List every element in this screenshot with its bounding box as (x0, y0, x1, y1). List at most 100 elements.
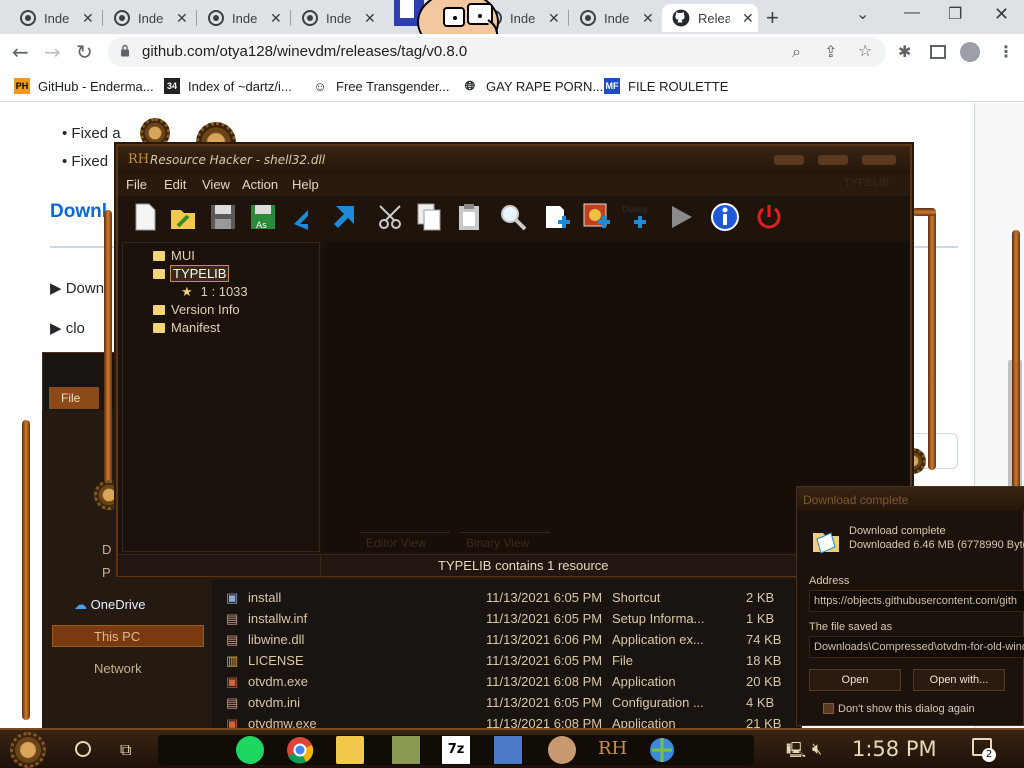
task-view-icon[interactable]: ⧉ (120, 740, 131, 760)
explorer-file-menu[interactable]: File (49, 387, 99, 409)
network-globe-icon[interactable] (648, 736, 676, 764)
taskbar-clock[interactable]: 1:58 PM (852, 737, 937, 761)
menu-action[interactable]: Action (242, 177, 278, 192)
menu-view[interactable]: View (202, 177, 230, 192)
save-icon[interactable] (208, 202, 238, 232)
tab-editor-view[interactable]: Editor View (360, 532, 450, 552)
share-icon[interactable]: ⇪ (824, 42, 837, 61)
menu-help[interactable]: Help (292, 177, 319, 192)
new-file-icon[interactable] (130, 202, 160, 232)
new-tab-button[interactable]: + (766, 5, 779, 31)
minimize-button[interactable] (774, 155, 804, 165)
tree-item-mui[interactable]: MUI (153, 248, 195, 263)
close-tab-icon[interactable]: ✕ (176, 10, 188, 27)
tab[interactable]: Inde ✕ (10, 4, 94, 32)
bookmark-item[interactable]: ☺ Free Transgender... (312, 78, 449, 94)
close-tab-icon[interactable]: ✕ (742, 10, 754, 27)
profile-avatar[interactable] (960, 42, 980, 62)
tab[interactable]: Inde ✕ (570, 4, 654, 32)
info-icon[interactable] (710, 202, 740, 232)
bookmark-star-icon[interactable]: ☆ (858, 41, 872, 60)
saved-path-field[interactable]: Downloads\Compressed\otvdm-for-old-wind (809, 636, 1024, 658)
open-with-button[interactable]: Open with... (913, 669, 1005, 691)
add-image-icon[interactable] (582, 202, 612, 232)
tab-search-icon[interactable]: ⌄ (856, 4, 869, 24)
copy-icon[interactable] (414, 202, 444, 232)
downloads-heading[interactable]: Downl (50, 201, 107, 223)
spotify-icon[interactable] (236, 736, 264, 764)
tree-item-typelib[interactable]: TYPELIB (153, 265, 230, 282)
menu-kebab-icon[interactable]: ⋮ (998, 42, 1014, 61)
table-row[interactable]: ▤ otvdm.ini 11/13/2021 6:05 PM Configuratio… (226, 692, 806, 713)
app-icon[interactable] (548, 736, 576, 764)
maximize-button[interactable] (818, 155, 848, 165)
forward-button[interactable]: → (44, 40, 61, 64)
address-field[interactable]: https://objects.githubusercontent.com/gi… (809, 590, 1024, 612)
close-tab-icon[interactable]: ✕ (548, 10, 560, 27)
chrome-icon[interactable] (286, 736, 314, 764)
tree-item-resource[interactable]: ★ 1 : 1033 (181, 284, 248, 300)
add-dialog-icon[interactable]: Dialog (620, 202, 650, 232)
nav-item-onedrive[interactable]: ☁ OneDrive (74, 597, 146, 613)
start-button-gear-icon[interactable] (10, 732, 46, 768)
table-row[interactable]: ▤ installw.inf 11/13/2021 6:05 PM Setup Inf… (226, 608, 806, 629)
menu-file[interactable]: File (126, 177, 147, 192)
tab[interactable]: Inde ✕ (104, 4, 188, 32)
bookmark-item[interactable]: PH GitHub - Enderma... (14, 78, 154, 94)
arrow-forward-icon[interactable] (332, 202, 362, 232)
bookmark-item[interactable]: 34 Index of ~dartz/i... (164, 78, 292, 94)
add-resource-icon[interactable] (542, 202, 572, 232)
disclosure-item[interactable]: ▶ Down (50, 279, 104, 297)
table-row[interactable]: ▥ LICENSE 11/13/2021 6:05 PM File 18 KB (226, 650, 806, 671)
paste-icon[interactable] (454, 202, 484, 232)
remote-desktop-icon[interactable] (494, 736, 522, 764)
reload-button[interactable]: ↻ (76, 40, 93, 64)
search-icon[interactable]: ⌕ (792, 42, 801, 62)
close-button[interactable] (862, 155, 896, 165)
side-panel-icon[interactable] (930, 45, 946, 59)
power-exit-icon[interactable] (754, 202, 784, 232)
tab[interactable]: Inde ✕ (292, 4, 376, 32)
resource-hacker-taskbar-icon[interactable]: RH (598, 736, 627, 764)
volume-muted-icon[interactable]: 🔇︎ (812, 739, 822, 759)
search-circle-icon[interactable] (75, 741, 91, 757)
cut-icon[interactable] (376, 202, 406, 232)
disclosure-item[interactable]: ▶ clo (50, 319, 85, 337)
table-row[interactable]: ▣ otvdm.exe 11/13/2021 6:08 PM Application 2… (226, 671, 806, 692)
network-tray-icon[interactable]: 🖳︎ (786, 740, 806, 765)
minimize-button[interactable]: — (904, 4, 920, 22)
tab-binary-view[interactable]: Binary View (460, 532, 550, 552)
menu-edit[interactable]: Edit (164, 177, 186, 192)
search-icon[interactable] (498, 202, 528, 232)
tab-active[interactable]: Relea ✕ (662, 4, 758, 32)
close-tab-icon[interactable]: ✕ (642, 10, 654, 27)
save-as-icon[interactable]: As (248, 202, 278, 232)
tree-item-version[interactable]: Version Info (153, 302, 240, 317)
extensions-icon[interactable]: ✱ (898, 42, 911, 61)
bookmark-item[interactable]: MF FILE ROULETTE (604, 78, 728, 94)
tab[interactable]: Inde ✕ (198, 4, 282, 32)
bookmark-item[interactable]: 🌐︎ GAY RAPE PORN... (462, 78, 603, 94)
nav-item-network[interactable]: Network (94, 661, 142, 676)
nav-item-short[interactable]: D (102, 542, 111, 557)
restore-button[interactable]: ❐ (948, 4, 962, 24)
game-app-icon[interactable] (392, 736, 420, 764)
dont-show-checkbox[interactable] (823, 703, 834, 714)
open-folder-icon[interactable] (168, 202, 198, 232)
file-explorer-icon[interactable] (336, 736, 364, 764)
close-tab-icon[interactable]: ✕ (82, 10, 94, 27)
nav-item-short[interactable]: P (102, 565, 111, 580)
tree-item-manifest[interactable]: Manifest (153, 320, 220, 335)
arrow-back-icon[interactable] (292, 202, 322, 232)
nav-item-thispc[interactable]: This PC (94, 629, 140, 644)
table-row[interactable]: ▤ libwine.dll 11/13/2021 6:06 PM Applicatio… (226, 629, 806, 650)
close-window-button[interactable]: ✕ (994, 4, 1009, 25)
address-bar[interactable]: github.com/otya128/winevdm/releases/tag/… (108, 37, 886, 67)
7zip-icon[interactable]: 7z (442, 736, 470, 764)
table-row[interactable]: ▣ install 11/13/2021 6:05 PM Shortcut 2 KB (226, 587, 806, 608)
open-button[interactable]: Open (809, 669, 901, 691)
run-script-icon[interactable] (666, 202, 696, 232)
close-tab-icon[interactable]: ✕ (270, 10, 282, 27)
close-tab-icon[interactable]: ✕ (364, 10, 376, 27)
back-button[interactable]: ← (12, 40, 29, 64)
